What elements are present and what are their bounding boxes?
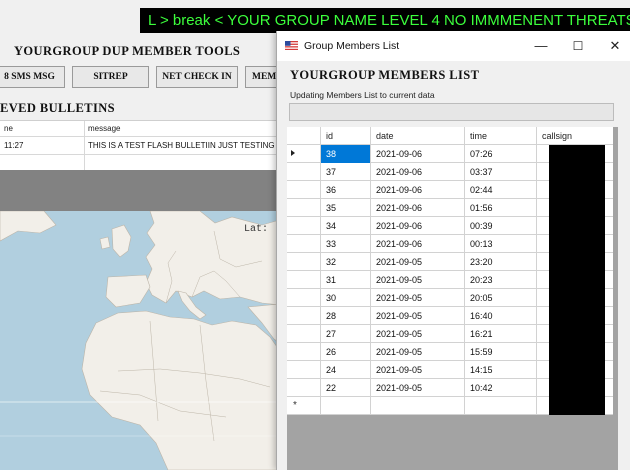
member-time[interactable]: 00:13 — [465, 235, 537, 253]
member-time[interactable]: 02:44 — [465, 181, 537, 199]
sitrep-button[interactable]: SITREP — [72, 66, 149, 88]
minimize-icon[interactable]: — — [527, 35, 555, 57]
row-selector-cell[interactable] — [287, 325, 321, 343]
new-time-cell[interactable] — [465, 397, 537, 415]
column-header-callsign[interactable]: callsign — [537, 127, 613, 145]
new-id-cell[interactable] — [321, 397, 371, 415]
member-time[interactable]: 03:37 — [465, 163, 537, 181]
column-header-time[interactable]: time — [465, 127, 537, 145]
member-date[interactable]: 2021-09-05 — [371, 361, 465, 379]
member-time[interactable]: 16:21 — [465, 325, 537, 343]
member-date[interactable]: 2021-09-06 — [371, 217, 465, 235]
member-date[interactable]: 2021-09-06 — [371, 199, 465, 217]
row-selector-cell[interactable] — [287, 307, 321, 325]
member-id[interactable]: 32 — [321, 253, 371, 271]
map-canvas — [0, 211, 290, 470]
row-selector-cell[interactable] — [287, 235, 321, 253]
alert-ticker: L > break < YOUR GROUP NAME LEVEL 4 NO I… — [140, 8, 630, 33]
member-id[interactable]: 34 — [321, 217, 371, 235]
member-date[interactable]: 2021-09-05 — [371, 253, 465, 271]
received-bulletins-title: EVED BULLETINS — [0, 101, 116, 115]
member-date[interactable]: 2021-09-05 — [371, 343, 465, 361]
callsign-redaction — [549, 145, 605, 415]
row-selector-cell[interactable] — [287, 271, 321, 289]
latitude-label: Lat: — [244, 224, 269, 235]
row-selector-cell[interactable]: * — [287, 397, 321, 415]
row-selector-cell[interactable] — [287, 145, 321, 163]
member-time[interactable]: 14:15 — [465, 361, 537, 379]
maximize-icon[interactable]: ☐ — [564, 35, 592, 57]
row-selector-cell[interactable] — [287, 199, 321, 217]
member-date[interactable]: 2021-09-05 — [371, 289, 465, 307]
ticker-text: L > break < YOUR GROUP NAME LEVEL 4 NO I… — [148, 12, 630, 29]
member-time[interactable]: 16:40 — [465, 307, 537, 325]
member-date[interactable]: 2021-09-06 — [371, 163, 465, 181]
sms-msg-button[interactable]: 8 SMS MSG — [0, 66, 65, 88]
update-status-text: Updating Members List to current data — [290, 90, 435, 100]
row-selector-cell[interactable] — [287, 163, 321, 181]
grid-header-row: id date time callsign — [287, 127, 613, 145]
member-time[interactable]: 20:05 — [465, 289, 537, 307]
header-selector-cell[interactable] — [287, 127, 321, 145]
column-header-date[interactable]: date — [371, 127, 465, 145]
close-icon[interactable]: ✕ — [601, 35, 629, 57]
member-time[interactable]: 10:42 — [465, 379, 537, 397]
member-id[interactable]: 33 — [321, 235, 371, 253]
bulletins-col-time: ne — [4, 124, 13, 133]
member-date[interactable]: 2021-09-05 — [371, 271, 465, 289]
member-id[interactable]: 38 — [321, 145, 371, 163]
member-id[interactable]: 35 — [321, 199, 371, 217]
map-toolbar-band — [0, 170, 290, 211]
member-time[interactable]: 00:39 — [465, 217, 537, 235]
dialog-title: Group Members List — [304, 40, 400, 52]
member-id[interactable]: 27 — [321, 325, 371, 343]
current-row-arrow-icon — [291, 150, 295, 156]
member-id[interactable]: 28 — [321, 307, 371, 325]
bulletin-time: 11:27 — [4, 141, 24, 150]
row-selector-cell[interactable] — [287, 181, 321, 199]
member-date[interactable]: 2021-09-06 — [371, 145, 465, 163]
member-id[interactable]: 31 — [321, 271, 371, 289]
member-date[interactable]: 2021-09-05 — [371, 379, 465, 397]
member-date[interactable]: 2021-09-06 — [371, 235, 465, 253]
member-time[interactable]: 07:26 — [465, 145, 537, 163]
members-grid[interactable]: id date time callsign 38 2021-09-06 07:26 3… — [287, 127, 618, 470]
member-id[interactable]: 22 — [321, 379, 371, 397]
bulletin-message: THIS IS A TEST FLASH BULLETIIN JUST TEST… — [88, 141, 293, 150]
us-flag-icon — [285, 41, 298, 50]
member-date[interactable]: 2021-09-05 — [371, 307, 465, 325]
member-date[interactable]: 2021-09-06 — [371, 181, 465, 199]
row-selector-cell[interactable] — [287, 361, 321, 379]
dialog-titlebar[interactable]: Group Members List — ☐ ✕ — [277, 31, 630, 61]
row-selector-cell[interactable] — [287, 379, 321, 397]
member-id[interactable]: 30 — [321, 289, 371, 307]
bulletins-col-message: message — [88, 124, 121, 133]
new-date-cell[interactable] — [371, 397, 465, 415]
member-id[interactable]: 36 — [321, 181, 371, 199]
member-time[interactable]: 15:59 — [465, 343, 537, 361]
world-map[interactable] — [0, 211, 290, 470]
row-selector-cell[interactable] — [287, 289, 321, 307]
new-row-marker: * — [293, 400, 297, 411]
row-selector-cell[interactable] — [287, 253, 321, 271]
member-time[interactable]: 20:23 — [465, 271, 537, 289]
net-check-in-button[interactable]: NET CHECK IN — [156, 66, 238, 88]
group-members-dialog: Group Members List — ☐ ✕ YOURGROUP MEMBE… — [276, 31, 630, 470]
member-id[interactable]: 26 — [321, 343, 371, 361]
row-selector-cell[interactable] — [287, 217, 321, 235]
column-header-id[interactable]: id — [321, 127, 371, 145]
update-progress-bar — [289, 103, 614, 121]
member-id[interactable]: 37 — [321, 163, 371, 181]
member-id[interactable]: 24 — [321, 361, 371, 379]
member-tools-title: YOURGROUP DUP MEMBER TOOLS — [14, 44, 241, 58]
member-time[interactable]: 23:20 — [465, 253, 537, 271]
bulletins-table: ne message 11:27 THIS IS A TEST FLASH BU… — [0, 120, 293, 171]
member-date[interactable]: 2021-09-05 — [371, 325, 465, 343]
row-selector-cell[interactable] — [287, 343, 321, 361]
members-list-heading: YOURGROUP MEMBERS LIST — [290, 68, 480, 82]
member-time[interactable]: 01:56 — [465, 199, 537, 217]
